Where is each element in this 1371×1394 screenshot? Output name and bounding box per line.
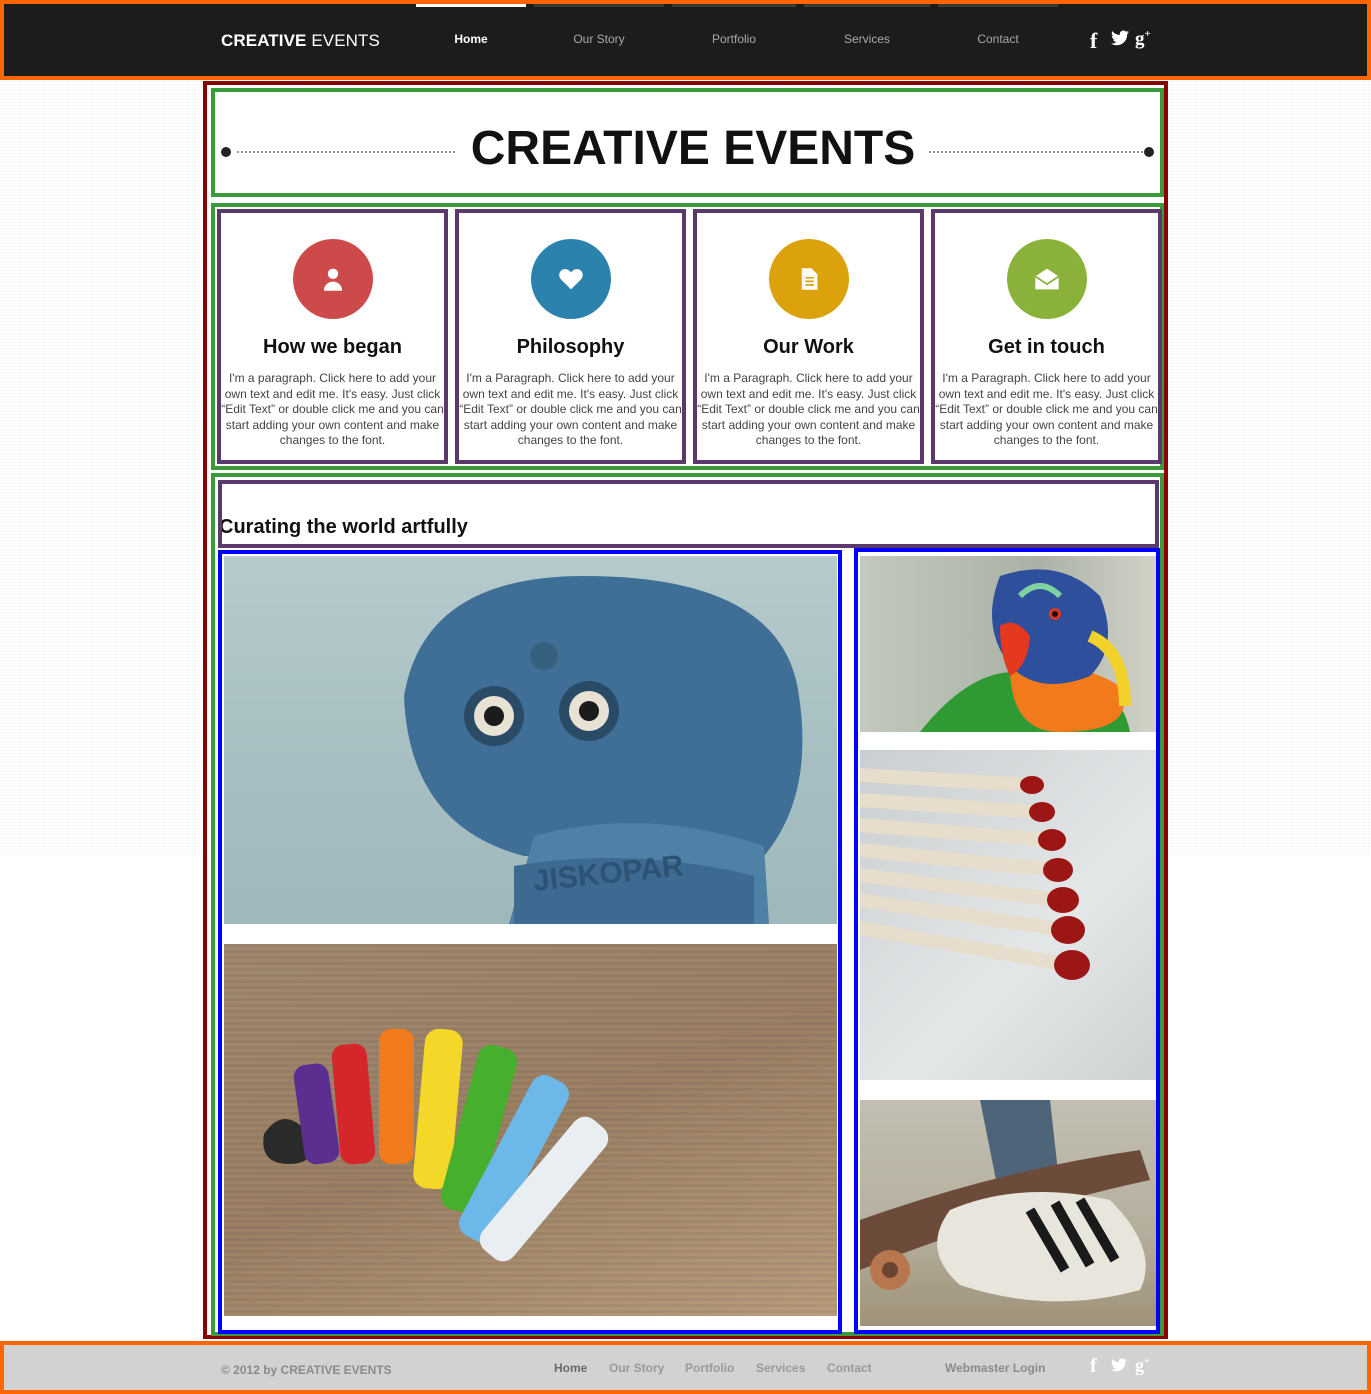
- footer-nav-our-story[interactable]: Our Story: [609, 1361, 664, 1375]
- gallery-header: Curating the world artfully: [218, 480, 1159, 548]
- nav-home-label: Home: [454, 32, 488, 46]
- feature-text: I'm a Paragraph. Click here to add your …: [459, 371, 682, 448]
- nav-home[interactable]: Home: [416, 4, 526, 76]
- webmaster-login-link[interactable]: Webmaster Login: [945, 1361, 1045, 1375]
- nav-bar: [672, 4, 796, 7]
- feature-title: Philosophy: [516, 336, 625, 358]
- nav-services[interactable]: Services: [804, 4, 930, 76]
- google-plus-icon[interactable]: g+: [1135, 1355, 1150, 1376]
- copyright-text: © 2012 by CREATIVE EVENTS: [221, 1363, 392, 1377]
- twitter-icon[interactable]: [1111, 1358, 1127, 1377]
- document-icon: [768, 239, 849, 319]
- gallery-right-column: [854, 548, 1160, 1334]
- nav-contact-label: Contact: [977, 32, 1019, 46]
- feature-card-our-work: Our Work I'm a Paragraph. Click here to …: [693, 209, 924, 464]
- gallery-left-column: JISKOPAR: [218, 550, 842, 1334]
- title-bold: CREATIVE: [470, 122, 710, 175]
- gallery-section: Curating the world artfully JISKOPAR: [211, 473, 1164, 1336]
- site-logo[interactable]: CREATIVE EVENTS: [221, 31, 380, 51]
- feature-title: Our Work: [763, 336, 854, 358]
- envelope-icon: [1006, 239, 1087, 319]
- nav-portfolio-label: Portfolio: [711, 32, 757, 46]
- features-section: How we began I'm a paragraph. Click here…: [211, 203, 1164, 470]
- feature-text: I'm a paragraph. Click here to add your …: [221, 371, 444, 448]
- feature-title: Get in touch: [988, 336, 1105, 358]
- lorikeet-parrot-photo[interactable]: [860, 556, 1156, 732]
- ornament-dot-right: [1144, 147, 1154, 157]
- nav-services-label: Services: [843, 32, 890, 46]
- footer-nav-contact[interactable]: Contact: [827, 1361, 872, 1375]
- feature-text: I'm a Paragraph. Click here to add your …: [935, 371, 1158, 448]
- coin-binocular-photo[interactable]: JISKOPAR: [224, 556, 837, 924]
- facebook-icon[interactable]: f: [1090, 1355, 1097, 1378]
- nav-active-indicator: [416, 4, 526, 7]
- nav-our-story[interactable]: Our Story: [534, 4, 664, 76]
- footer-nav-portfolio[interactable]: Portfolio: [685, 1361, 734, 1375]
- nav-bar: [938, 4, 1058, 7]
- hero-title-section: CREATIVE EVENTS: [211, 88, 1164, 197]
- feature-card-how-we-began: How we began I'm a paragraph. Click here…: [217, 209, 448, 464]
- page-title: CREATIVE EVENTS: [463, 121, 923, 176]
- nav-contact[interactable]: Contact: [938, 4, 1058, 76]
- title-light: EVENTS: [709, 122, 916, 175]
- main-content: CREATIVE EVENTS How we began I'm a parag…: [203, 81, 1168, 1339]
- dotted-rule-left: [237, 151, 455, 153]
- logo-bold: CREATIVE: [221, 31, 307, 50]
- skateboard-sneaker-photo[interactable]: [860, 1100, 1156, 1326]
- heart-icon: [530, 239, 611, 319]
- footer-nav-services[interactable]: Services: [756, 1361, 805, 1375]
- site-footer: © 2012 by CREATIVE EVENTS Home Our Story…: [0, 1341, 1371, 1394]
- gallery-heading: Curating the world artfully: [219, 516, 468, 538]
- matchsticks-photo[interactable]: [860, 750, 1156, 1080]
- person-icon: [292, 239, 373, 319]
- nav-bar: [804, 4, 930, 7]
- feature-title: How we began: [263, 336, 402, 358]
- nav-bar: [534, 4, 664, 7]
- feature-card-get-in-touch: Get in touch I'm a Paragraph. Click here…: [931, 209, 1162, 464]
- feature-text: I'm a Paragraph. Click here to add your …: [697, 371, 920, 448]
- nav-portfolio[interactable]: Portfolio: [672, 4, 796, 76]
- facebook-icon[interactable]: f: [1090, 28, 1097, 54]
- logo-light: EVENTS: [306, 31, 380, 50]
- feature-card-philosophy: Philosophy I'm a Paragraph. Click here t…: [455, 209, 686, 464]
- google-plus-icon[interactable]: g+: [1135, 28, 1151, 50]
- footer-nav-home[interactable]: Home: [554, 1361, 587, 1375]
- ornament-dot-left: [221, 147, 231, 157]
- nav-our-story-label: Our Story: [573, 32, 625, 46]
- twitter-icon[interactable]: [1111, 30, 1129, 51]
- site-header: CREATIVE EVENTS Home Our Story Portfolio…: [0, 0, 1371, 80]
- dotted-rule-right: [929, 151, 1143, 153]
- clay-rainbow-photo[interactable]: [224, 944, 837, 1316]
